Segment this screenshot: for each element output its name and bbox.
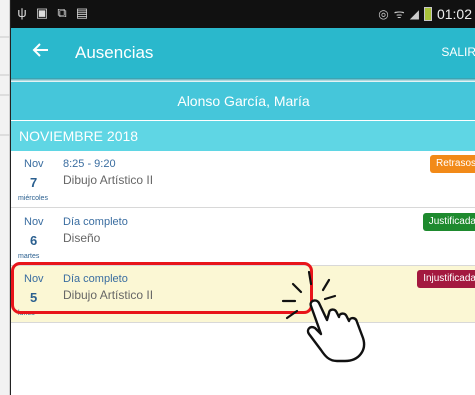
file-icon: ▤ bbox=[75, 5, 89, 20]
signal-icon: ◢ bbox=[409, 6, 419, 21]
status-left-icons: ψ ▣ ⧉ ▤ bbox=[15, 6, 89, 20]
student-name: Alonso García, María bbox=[11, 82, 475, 120]
status-time: 01:02 bbox=[436, 5, 472, 22]
row-subject: Diseño bbox=[63, 231, 101, 245]
exit-button[interactable]: SALIR bbox=[441, 45, 475, 59]
wifi-icon: ᯤ bbox=[393, 7, 405, 21]
row-time: 8:25 - 9:20 bbox=[63, 158, 116, 170]
back-arrow-icon[interactable] bbox=[31, 40, 55, 64]
status-right-icons: ◎ ᯤ ◢ 01:02 bbox=[378, 5, 472, 22]
status-badge: Justificada bbox=[422, 213, 475, 231]
row-day: 7 bbox=[30, 175, 38, 190]
status-bar: ψ ▣ ⧉ ▤ ◎ ᯤ ◢ 01:02 bbox=[11, 0, 475, 28]
row-weekday: miércoles bbox=[18, 195, 48, 202]
absence-row[interactable]: Nov 7 miércoles 8:25 - 9:20 Dibujo Artís… bbox=[11, 151, 475, 208]
absence-row[interactable]: Nov 6 martes Día completo Diseño Justifi… bbox=[11, 209, 475, 266]
left-bezel bbox=[0, 0, 10, 395]
usb-icon: ψ bbox=[17, 5, 27, 20]
phone-screen: ψ ▣ ⧉ ▤ ◎ ᯤ ◢ 01:02 Ausencias SALIR Alon… bbox=[10, 0, 475, 395]
highlight-annotation-box bbox=[11, 262, 313, 314]
image-icon: ▣ bbox=[35, 5, 49, 20]
month-header: NOVIEMBRE 2018 bbox=[11, 121, 475, 151]
screenshot-frame: ψ ▣ ⧉ ▤ ◎ ᯤ ◢ 01:02 Ausencias SALIR Alon… bbox=[0, 0, 475, 395]
row-month: Nov bbox=[24, 216, 44, 228]
row-month: Nov bbox=[24, 158, 44, 170]
app-bar: Ausencias SALIR bbox=[11, 28, 475, 78]
bezel-lines bbox=[0, 36, 10, 136]
eye-icon: ◎ bbox=[378, 6, 389, 21]
status-badge: Injustificada bbox=[417, 270, 475, 288]
row-subject: Dibujo Artístico II bbox=[63, 173, 154, 187]
row-weekday: martes bbox=[18, 253, 40, 260]
page-title: Ausencias bbox=[75, 43, 154, 62]
battery-icon bbox=[423, 6, 432, 21]
cast-icon: ⧉ bbox=[57, 5, 67, 20]
row-day: 6 bbox=[30, 233, 38, 248]
row-time: Día completo bbox=[63, 216, 128, 228]
tap-hand-icon bbox=[281, 270, 366, 363]
status-badge: Retrasos bbox=[429, 155, 475, 173]
